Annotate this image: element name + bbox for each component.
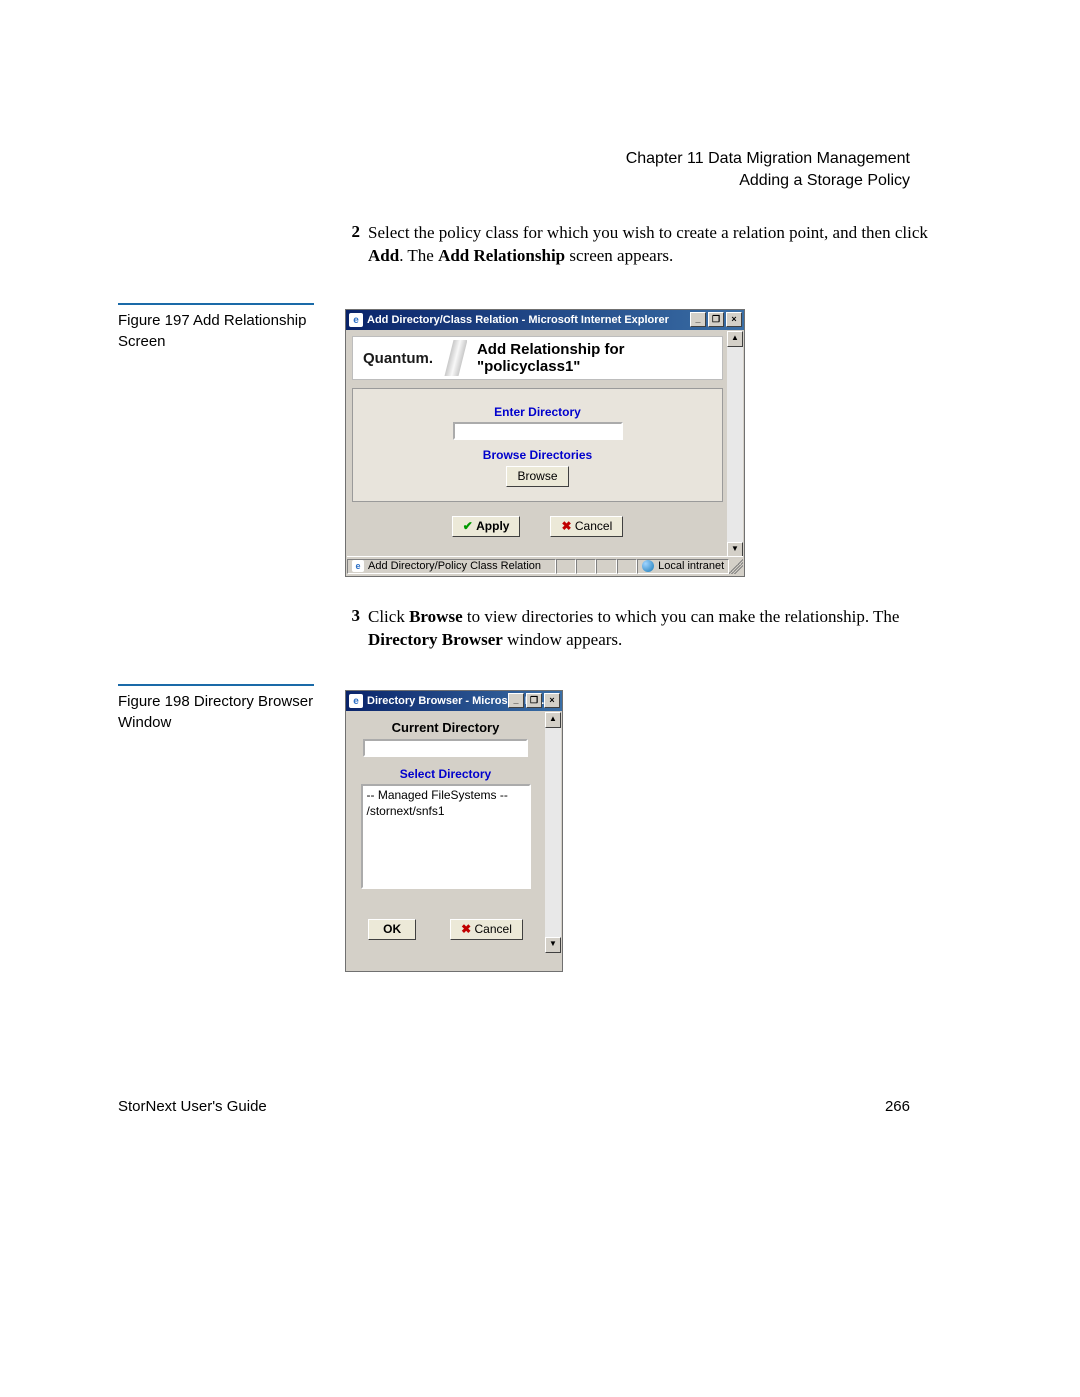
figure-198-caption: Figure 198 Directory Browser Window [118,691,318,733]
restore-button[interactable]: ❐ [708,312,724,327]
status-seg-4 [617,559,637,574]
action-buttons: ✔ Apply ✖ Cancel [352,516,723,537]
close-button[interactable]: × [544,693,560,708]
caption-rule [118,303,314,305]
list-item[interactable]: -- Managed FileSystems -- [367,788,525,804]
cancel-button[interactable]: ✖ Cancel [450,919,523,940]
step-3: 3 Click Browse to view directories to wh… [340,606,928,652]
step-text: Select the policy class for which you wi… [368,222,928,268]
x-icon: ✖ [561,519,571,533]
status-seg-2 [576,559,596,574]
restore-button[interactable]: ❐ [526,693,542,708]
x-icon: ✖ [461,922,471,936]
minimize-button[interactable]: _ [690,312,706,327]
apply-button[interactable]: ✔ Apply [452,516,521,537]
status-address: e Add Directory/Policy Class Relation [347,559,556,574]
browse-directories-label: Browse Directories [353,448,722,462]
ie-logo-icon: e [349,313,363,327]
quantum-logo: Quantum. [363,350,433,367]
list-item[interactable]: /stornext/snfs1 [367,804,525,820]
window-titlebar: e Directory Browser - Microsoft Int... _… [346,691,562,711]
step-2: 2 Select the policy class for which you … [340,222,928,268]
zone-icon [642,560,654,572]
directory-listbox[interactable]: -- Managed FileSystems -- /stornext/snfs… [361,784,531,889]
step-number: 3 [340,606,360,626]
ie-logo-icon: e [349,694,363,708]
resize-grip-icon[interactable] [729,558,743,574]
enter-directory-label: Enter Directory [353,405,722,419]
form-panel: Enter Directory Browse Directories Brows… [352,388,723,502]
ie-icon: e [352,560,364,572]
banner-title: Add Relationship for "policyclass1" [477,341,712,375]
minimize-button[interactable]: _ [508,693,524,708]
page-number: 266 [885,1098,910,1115]
status-bar: e Add Directory/Policy Class Relation Lo… [347,556,743,575]
cancel-button[interactable]: ✖ Cancel [550,516,623,537]
ok-button[interactable]: OK [368,919,416,940]
window-titlebar: e Add Directory/Class Relation - Microso… [346,310,744,330]
section-line: Adding a Storage Policy [626,172,910,190]
window-controls: _ ❐ × [690,312,742,327]
browse-button[interactable]: Browse [506,466,568,487]
chapter-line: Chapter 11 Data Migration Management [626,150,910,168]
close-button[interactable]: × [726,312,742,327]
directory-browser-window: e Directory Browser - Microsoft Int... _… [345,690,563,972]
running-header: Chapter 11 Data Migration Management Add… [626,150,910,190]
step-text: Click Browse to view directories to whic… [368,606,928,652]
figure-197-caption: Figure 197 Add Relationship Screen [118,310,318,352]
directory-input[interactable] [453,422,623,440]
current-directory-input[interactable] [363,739,528,757]
window-title: Add Directory/Class Relation - Microsoft… [367,314,669,326]
action-buttons: OK ✖ Cancel [349,919,542,940]
select-directory-label: Select Directory [349,767,542,781]
banner: Quantum. Add Relationship for "policycla… [352,336,723,380]
status-seg-3 [596,559,616,574]
check-icon: ✔ [463,519,473,533]
window-controls: _ ❐ × [508,693,560,708]
step-number: 2 [340,222,360,242]
footer-guide: StorNext User's Guide [118,1098,267,1115]
current-directory-heading: Current Directory [349,720,542,735]
add-relationship-window: e Add Directory/Class Relation - Microso… [345,309,745,577]
status-seg-1 [556,559,576,574]
caption-rule [118,684,314,686]
status-zone: Local intranet [637,559,729,574]
banner-divider [443,340,467,376]
